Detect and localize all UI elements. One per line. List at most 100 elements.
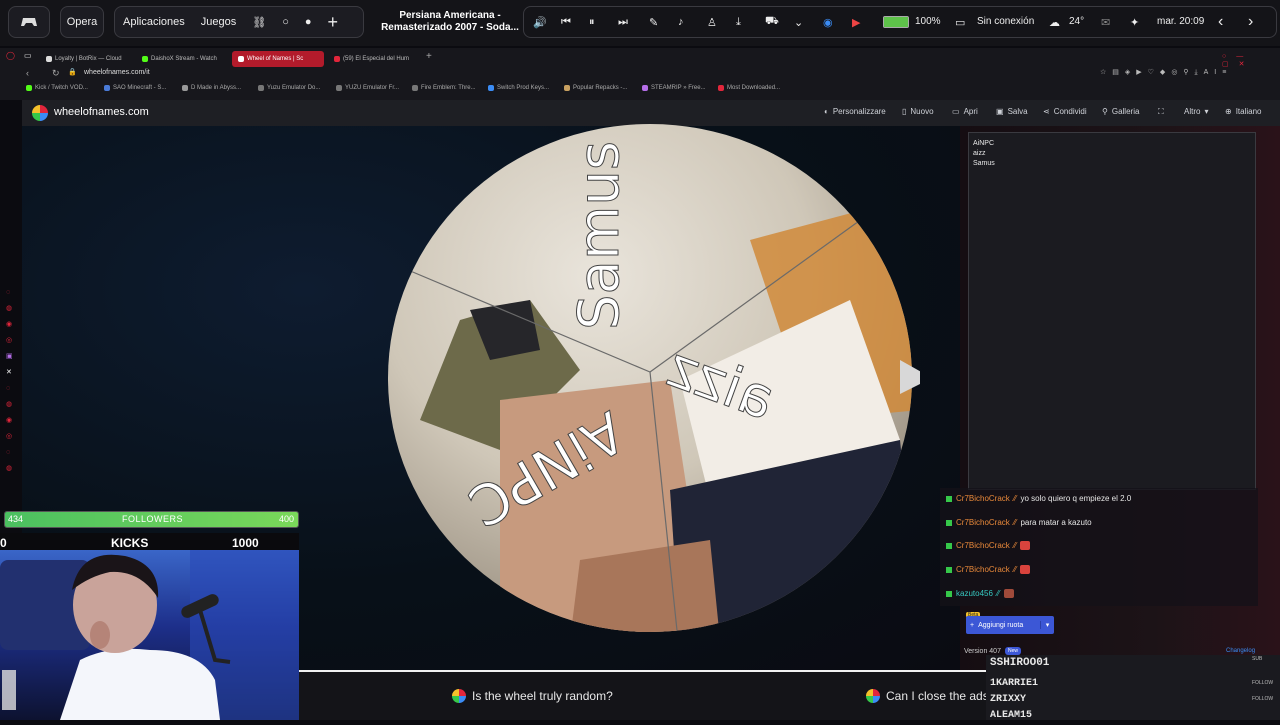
nav-gallery[interactable]: ⚲ Galleria [1102, 107, 1139, 116]
bookmark-9[interactable]: STEAMRIP » Free... [642, 85, 706, 91]
link-icon[interactable]: ⛓ [252, 16, 266, 29]
browser-toolbar-icons[interactable]: ☆▤◈▶♡◆◎⚲⤓AI≡ [1100, 68, 1232, 77]
accessibility-icon[interactable]: ♙ [707, 16, 717, 29]
os-top-bar: Opera Aplicaciones Juegos ⛓ ○ ● + Persia… [0, 0, 1280, 46]
nav-save[interactable]: ▣ Salva [996, 107, 1028, 116]
nav-open[interactable]: ▭ Apri [952, 107, 978, 116]
file-icon: ▯ [902, 107, 907, 116]
entry-item: aizz [973, 150, 986, 157]
kicks-goal: 1000 [232, 536, 259, 550]
bookmark-3[interactable]: D Made in Abyss... [182, 85, 241, 91]
wheel-logo-icon [452, 689, 466, 703]
mail-icon[interactable]: ✉ [1101, 16, 1110, 29]
tab-4[interactable]: (59) El Especial del Hum [328, 51, 420, 67]
back-icon[interactable]: ‹ [26, 68, 29, 78]
alert-name: SSHIROO01 [990, 657, 1050, 669]
save-icon: ▣ [996, 107, 1004, 116]
plus-icon: + [970, 621, 975, 629]
sidebar-icons[interactable]: ◌ ◍ ◉ ◎ ▣ ✕ ◌ ◍ ◉ ◎ ◌ ◍ [6, 285, 20, 477]
launcher-button[interactable] [8, 6, 50, 38]
emote-icon [1020, 565, 1031, 574]
follow-tag: FOLLOW [1252, 696, 1274, 702]
reload-icon[interactable]: ↻ [52, 68, 60, 79]
weather-icon: ☁ [1049, 16, 1060, 29]
notes-icon[interactable]: ✎ [649, 16, 658, 29]
battery-percent: 100% [915, 16, 941, 27]
fullscreen-icon: ⛶ [1158, 107, 1164, 116]
chat-message: Cr7BichoCrack ⁄⁄ para matar a kazuto [946, 518, 1092, 527]
bookmark-7[interactable]: Switch Prod Keys... [488, 85, 549, 91]
user-icon[interactable]: ● [305, 16, 312, 28]
bookmark-1[interactable]: Kick / Twitch VOD... [26, 85, 88, 91]
alert-name: 1KARRIE1 [990, 678, 1039, 689]
address-bar[interactable]: wheelofnames.com/it [84, 69, 150, 76]
tab-1[interactable]: Loyalty | BotRix — Cloud [40, 51, 132, 67]
games-button[interactable]: Juegos [201, 16, 236, 28]
chat-message: Cr7BichoCrack ⁄⁄ yo solo quiero q empieze … [946, 494, 1131, 503]
lock-icon: 🔒 [68, 69, 77, 76]
bookmark-2[interactable]: SAO Minecraft - S... [104, 85, 166, 91]
youtube-icon[interactable]: ▶ [852, 16, 860, 29]
chat-message: Cr7BichoCrack ⁄⁄ [946, 541, 1031, 550]
faq-item[interactable]: Can I close the ads [866, 686, 989, 706]
add-icon[interactable]: + [328, 12, 339, 33]
wheel-svg[interactable]: Samus aizz AiNPC [380, 120, 920, 640]
version-label: Version 407 [964, 648, 1001, 655]
network-status[interactable]: Sin conexión [977, 16, 1034, 27]
opera-label: Opera [66, 16, 98, 28]
changelog-link[interactable]: Changelog [1226, 648, 1255, 654]
browser-sidebar: ◌ ◍ ◉ ◎ ▣ ✕ ◌ ◍ ◉ ◎ ◌ ◍ [6, 285, 20, 475]
followers-current: 434 [8, 514, 24, 524]
next-icon[interactable]: ⏭ [618, 16, 628, 29]
temperature: 24° [1069, 16, 1085, 27]
cart-icon[interactable]: ⛟ [765, 15, 779, 29]
nav-language[interactable]: ⊕ Italiano [1225, 107, 1262, 116]
tab-menu-icon[interactable]: ▭ [24, 51, 32, 60]
sparkle-icon[interactable]: ✦ [1130, 16, 1139, 29]
site-brand[interactable]: wheelofnames.com [54, 106, 149, 118]
entry-item: AiNPC [973, 140, 995, 147]
kick-badge-icon [946, 495, 952, 502]
tab-3-active[interactable]: Wheel of Names | Sc [232, 51, 324, 67]
followers-goal: 400 [279, 514, 295, 524]
messenger-icon[interactable]: ◉ [823, 16, 833, 29]
bookmark-8[interactable]: Popular Repacks -... [564, 85, 627, 91]
nav-more[interactable]: Altro ▾ [1184, 107, 1208, 116]
nav-new[interactable]: ▯ Nuovo [902, 107, 934, 116]
chevron-left-icon[interactable]: ‹ [1218, 13, 1223, 31]
nav-customize[interactable]: ◐ Personalizzare [824, 107, 886, 116]
share-icon: ⋖ [1043, 107, 1050, 116]
opera-button[interactable]: Opera [60, 6, 104, 38]
window-controls[interactable]: ○—▢✕ [1222, 53, 1268, 68]
fullscreen-button[interactable]: ⛶ [1158, 107, 1164, 117]
faq-item[interactable]: Is the wheel truly random? [452, 686, 613, 706]
alert-name: ALEAM15 [990, 710, 1033, 721]
bookmark-6[interactable]: Fire Emblem: Thre... [412, 85, 476, 91]
wheel-logo-icon [32, 105, 48, 121]
tab-2[interactable]: DaishoX Stream - Watch [136, 51, 228, 67]
offline-icon[interactable]: ▭ [955, 16, 965, 29]
volume-icon[interactable]: 🔊 [533, 16, 547, 29]
bookmark-5[interactable]: YUZU Emulator Fr... [336, 85, 399, 91]
opera-logo-icon: ◯ [6, 51, 15, 60]
system-tray: 🔊 ⏮ ⏸ ⏭ ✎ ♪ ♙ ⤓ ⛟ ⌄ ◉ ▶ 100% ▭ Sin conex… [523, 6, 1280, 38]
circle-icon[interactable]: ○ [282, 16, 289, 28]
tiktok-icon[interactable]: ♪ [678, 16, 684, 28]
nav-share[interactable]: ⋖ Condividi [1043, 107, 1087, 116]
previous-icon[interactable]: ⏮ [561, 16, 571, 29]
search-icon: ⚲ [1102, 107, 1108, 116]
new-tab-icon[interactable]: + [426, 51, 432, 62]
bookmark-10[interactable]: Most Downloaded... [718, 85, 780, 91]
wheel-logo-icon [866, 689, 880, 703]
apps-button[interactable]: Aplicaciones [123, 16, 185, 28]
chevron-down-icon[interactable]: ⌄ [794, 16, 803, 29]
pause-icon[interactable]: ⏸ [589, 16, 595, 29]
entries-textarea[interactable]: AiNPC aizz Samus [968, 132, 1256, 490]
media-title-line1: Persiana Americana - [399, 10, 501, 21]
add-wheel-button[interactable]: + Aggiungi ruota ▾ [966, 616, 1054, 634]
chevron-down-icon[interactable]: ▾ [1040, 621, 1054, 629]
download-icon[interactable]: ⤓ [736, 16, 741, 29]
sub-tag: SUB [1252, 656, 1263, 662]
chevron-right-icon[interactable]: › [1248, 13, 1253, 31]
bookmark-4[interactable]: Yuzu Emulator Do... [258, 85, 320, 91]
